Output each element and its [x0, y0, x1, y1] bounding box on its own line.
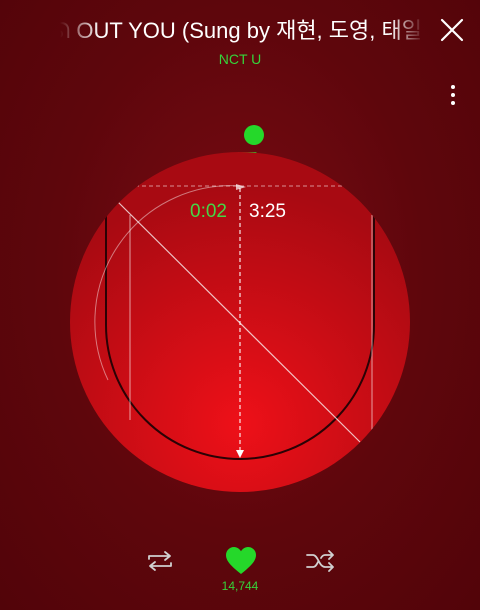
shuffle-icon[interactable]: [305, 550, 337, 572]
heart-icon[interactable]: [225, 546, 257, 576]
total-duration: 3:25: [249, 201, 286, 222]
elapsed-time: 0:02: [190, 201, 227, 222]
like-count: 14,744: [221, 579, 259, 593]
repeat-icon[interactable]: [145, 550, 175, 572]
album-disc[interactable]: [0, 0, 480, 610]
